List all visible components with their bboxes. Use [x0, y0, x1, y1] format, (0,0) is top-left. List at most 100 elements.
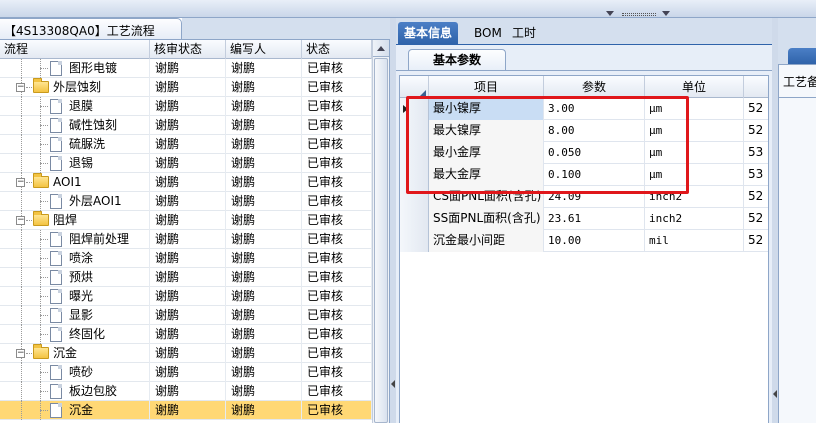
col-header-unit[interactable]: 单位 [645, 76, 744, 98]
tree-node[interactable]: 终固化 [0, 325, 150, 344]
notes-divider [779, 97, 816, 98]
document-icon [50, 327, 62, 342]
col-header-review-status[interactable]: 核审状态 [150, 40, 226, 59]
collapse-node-icon[interactable]: − [16, 83, 25, 92]
tree-row[interactable]: − 阻焊 谢鹏 谢鹏 已审核 [0, 211, 372, 230]
tab-work-hours[interactable]: 工时 [506, 22, 542, 44]
tree-node[interactable]: − 阻焊 [0, 211, 150, 230]
collapse-node-icon[interactable]: − [16, 216, 25, 225]
tree-node-label: 沉金 [69, 403, 94, 417]
tree-row[interactable]: − 沉金 谢鹏 谢鹏 已审核 [0, 344, 372, 363]
writer-cell: 谢鹏 [226, 249, 302, 268]
expand-arrow-icon[interactable] [662, 11, 670, 16]
col-header-process[interactable]: 流程 [0, 40, 150, 59]
param-value-cell[interactable]: 10.00 [544, 230, 645, 252]
tree-row[interactable]: 沉金 谢鹏 谢鹏 已审核 [0, 401, 372, 420]
tree-node[interactable]: 喷涂 [0, 249, 150, 268]
splitter-grip[interactable] [622, 13, 656, 16]
tree-row[interactable]: 硫脲洗 谢鹏 谢鹏 已审核 [0, 135, 372, 154]
param-row[interactable]: SS面PNL面积(含孔) 23.61 inch2 52 [400, 208, 768, 230]
tree-row[interactable]: 阻焊前处理 谢鹏 谢鹏 已审核 [0, 230, 372, 249]
param-extra-cell: 52 [744, 120, 768, 142]
param-row[interactable]: 沉金最小间距 10.00 mil 52 [400, 230, 768, 252]
tree-node[interactable]: 碱性蚀刻 [0, 116, 150, 135]
tree-row[interactable]: 外层AOI1 谢鹏 谢鹏 已审核 [0, 192, 372, 211]
writer-cell: 谢鹏 [226, 97, 302, 116]
notes-tab-indicator[interactable] [788, 48, 816, 64]
col-header-param[interactable]: 参数 [544, 76, 645, 98]
param-value-cell[interactable]: 23.61 [544, 208, 645, 230]
row-selector[interactable] [400, 230, 429, 252]
tree-node[interactable]: 喷砂 [0, 363, 150, 382]
tree-row[interactable]: − AOI1 谢鹏 谢鹏 已审核 [0, 173, 372, 192]
tree-node[interactable]: 预烘 [0, 268, 150, 287]
process-flow-tab[interactable]: 【4S13308QA0】工艺流程 [0, 18, 182, 40]
param-unit-cell[interactable]: inch2 [645, 208, 744, 230]
col-header-status[interactable]: 状态 [302, 40, 372, 59]
tree-scrollbar[interactable] [372, 40, 389, 423]
tree-row[interactable]: 退膜 谢鹏 谢鹏 已审核 [0, 97, 372, 116]
tree-node-label: 外层AOI1 [69, 194, 122, 208]
writer-cell: 谢鹏 [226, 173, 302, 192]
tree-row[interactable]: − 外层蚀刻 谢鹏 谢鹏 已审核 [0, 78, 372, 97]
reviewer-cell: 谢鹏 [150, 287, 226, 306]
tree-node-label: 外层蚀刻 [53, 80, 102, 94]
reviewer-cell: 谢鹏 [150, 59, 226, 78]
tree-row[interactable]: 图形电镀 谢鹏 谢鹏 已审核 [0, 59, 372, 78]
collapse-arrow-icon[interactable] [606, 11, 614, 16]
process-tree-panel: 【4S13308QA0】工艺流程 流程 核审状态 编写人 状态 图形电镀 谢鹏 谢鹏… [0, 18, 390, 423]
collapse-left-arrow-icon[interactable] [391, 380, 395, 388]
row-selector[interactable] [400, 208, 429, 230]
tree-row[interactable]: 板边包胶 谢鹏 谢鹏 已审核 [0, 382, 372, 401]
params-grid-header: 项目 参数 单位 [400, 76, 768, 98]
col-header-writer[interactable]: 编写人 [226, 40, 302, 59]
tree-node[interactable]: − AOI1 [0, 173, 150, 192]
tree-node[interactable]: − 沉金 [0, 344, 150, 363]
writer-cell: 谢鹏 [226, 59, 302, 78]
writer-cell: 谢鹏 [226, 230, 302, 249]
scroll-up-arrow-icon[interactable] [373, 40, 389, 57]
tree-row[interactable]: 终固化 谢鹏 谢鹏 已审核 [0, 325, 372, 344]
row-selector-header[interactable] [400, 76, 429, 98]
collapse-node-icon[interactable]: − [16, 349, 25, 358]
tree-node[interactable]: 退膜 [0, 97, 150, 116]
tree-node-label: 阻焊前处理 [69, 232, 130, 246]
scrollbar-thumb[interactable] [374, 58, 388, 423]
col-header-extra[interactable] [744, 76, 768, 98]
collapse-node-icon[interactable]: − [16, 178, 25, 187]
col-header-item[interactable]: 项目 [429, 76, 544, 98]
writer-cell: 谢鹏 [226, 116, 302, 135]
tree-row[interactable]: 退锡 谢鹏 谢鹏 已审核 [0, 154, 372, 173]
tree-node[interactable]: 沉金 [0, 401, 150, 420]
tree-node[interactable]: 图形电镀 [0, 59, 150, 78]
tree-row[interactable]: 显影 谢鹏 谢鹏 已审核 [0, 306, 372, 325]
reviewer-cell: 谢鹏 [150, 116, 226, 135]
param-item-cell: SS面PNL面积(含孔) [429, 208, 544, 230]
tree-row[interactable]: 喷涂 谢鹏 谢鹏 已审核 [0, 249, 372, 268]
tree-node[interactable]: 退锡 [0, 154, 150, 173]
tree-node[interactable]: 硫脲洗 [0, 135, 150, 154]
tree-node[interactable]: 板边包胶 [0, 382, 150, 401]
param-unit-cell[interactable]: mil [645, 230, 744, 252]
tree-node[interactable]: 曝光 [0, 287, 150, 306]
subtab-divider [396, 70, 772, 71]
tree-node-label: 图形电镀 [69, 61, 118, 75]
tree-node[interactable]: 显影 [0, 306, 150, 325]
tree-node[interactable]: 阻焊前处理 [0, 230, 150, 249]
subtab-basic-params[interactable]: 基本参数 [408, 49, 506, 71]
document-icon [50, 232, 62, 247]
tab-bom[interactable]: BOM [468, 22, 508, 44]
tree-row[interactable]: 预烘 谢鹏 谢鹏 已审核 [0, 268, 372, 287]
status-cell: 已审核 [302, 78, 372, 97]
reviewer-cell: 谢鹏 [150, 401, 226, 420]
tree-row[interactable]: 碱性蚀刻 谢鹏 谢鹏 已审核 [0, 116, 372, 135]
collapse-right-arrow-icon[interactable] [773, 390, 777, 398]
tree-row[interactable]: 喷砂 谢鹏 谢鹏 已审核 [0, 363, 372, 382]
status-cell: 已审核 [302, 192, 372, 211]
tree-node[interactable]: 外层AOI1 [0, 192, 150, 211]
tree-node[interactable]: − 外层蚀刻 [0, 78, 150, 97]
tab-basic-info[interactable]: 基本信息 [398, 22, 459, 44]
tree-row[interactable]: 曝光 谢鹏 谢鹏 已审核 [0, 287, 372, 306]
writer-cell: 谢鹏 [226, 344, 302, 363]
writer-cell: 谢鹏 [226, 401, 302, 420]
